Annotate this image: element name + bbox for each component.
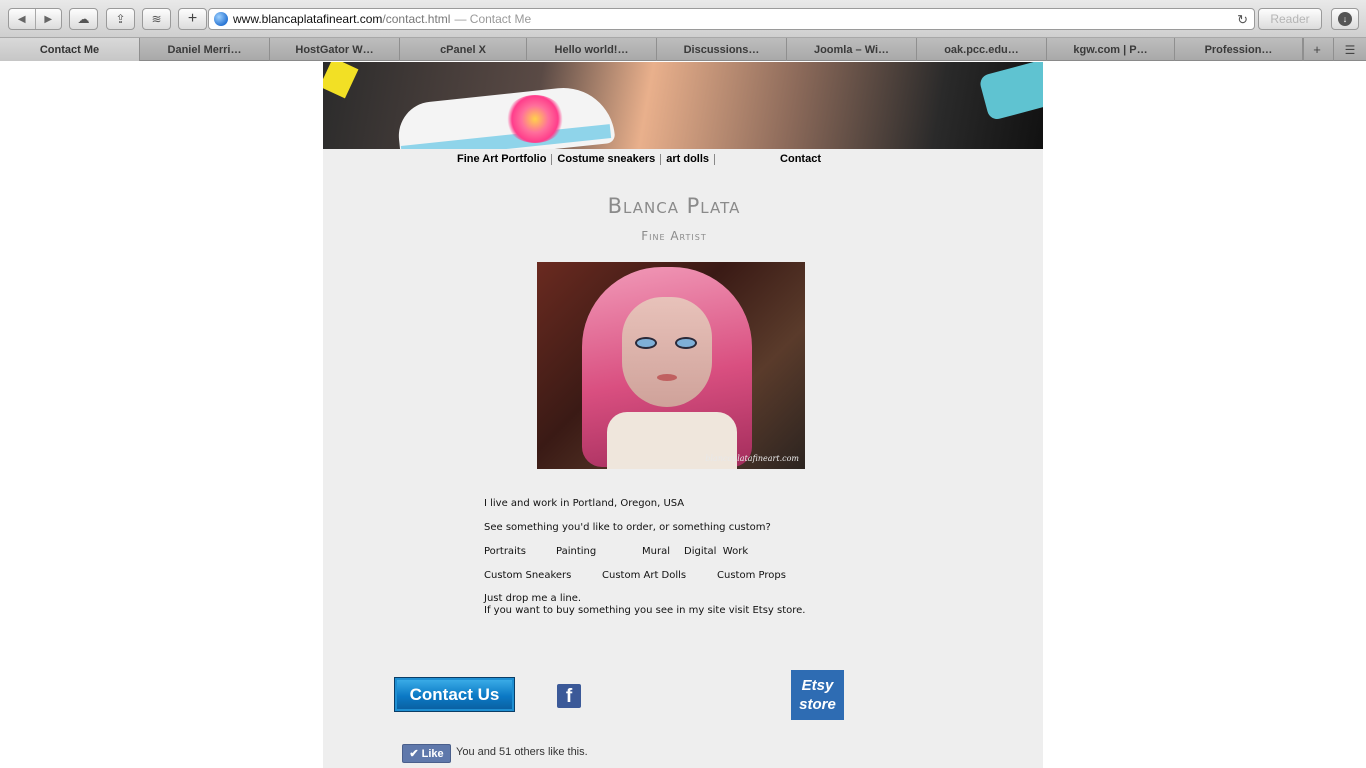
checkmark-icon: ✔: [409, 748, 419, 760]
etsy-prompt-text: If you want to buy something you see in …: [484, 605, 806, 616]
layers-icon: ≋: [151, 12, 162, 26]
new-tab-button[interactable]: +: [1303, 38, 1330, 61]
forward-icon[interactable]: ▶: [36, 14, 62, 25]
etsy-store-button[interactable]: Etsy store: [791, 670, 844, 720]
main-nav: Fine Art Portfolio Costume sneakers art …: [457, 152, 821, 166]
address-bar[interactable]: www.blancaplatafineart.com /contact.html…: [208, 8, 1255, 30]
tab-daniel[interactable]: Daniel Merri…: [140, 38, 270, 61]
url-path: /contact.html: [382, 12, 451, 26]
nav-divider: [714, 153, 716, 165]
doll-eye: [675, 337, 697, 349]
tab-profession[interactable]: Profession…: [1175, 38, 1303, 61]
doll-eye: [635, 337, 657, 349]
nav-contact[interactable]: Contact: [780, 153, 821, 165]
artist-subtitle: Fine Artist: [641, 229, 707, 243]
reading-list-button[interactable]: ≋: [142, 8, 171, 30]
page-body: Fine Art Portfolio Costume sneakers art …: [323, 62, 1043, 768]
photo-watermark: blancaplatafineart.com: [705, 454, 799, 463]
nav-costume-sneakers[interactable]: Costume sneakers: [557, 153, 655, 165]
tab-discussions[interactable]: Discussions…: [657, 38, 787, 61]
services-row: Portraits Painting Mural Digital Work: [484, 545, 884, 569]
etsy-label: Etsy: [801, 677, 834, 694]
banner-sock: [978, 62, 1043, 122]
url-host: www.blancaplatafineart.com: [233, 12, 383, 26]
browser-toolbar: ◀ ▶ ☁ ⇪ ≋ + www.blancaplatafineart.com /…: [0, 0, 1366, 38]
tab-contact-me[interactable]: Contact Me: [0, 38, 140, 61]
list-icon: ☰: [1344, 42, 1356, 57]
service-item: Custom Art Dolls: [602, 570, 687, 581]
order-question: See something you'd like to order, or so…: [484, 522, 771, 533]
share-icon: ⇪: [115, 12, 126, 26]
downloads-button[interactable]: ↓: [1331, 8, 1359, 30]
nav-divider: [660, 153, 662, 165]
service-item: Portraits: [484, 546, 526, 557]
tab-kgw[interactable]: kgw.com | P…: [1047, 38, 1175, 61]
services-row: Custom Sneakers Custom Art Dolls Custom …: [484, 569, 884, 593]
header-banner-image: [323, 62, 1043, 149]
service-item: Custom Props: [717, 570, 786, 581]
tab-cpanel[interactable]: cPanel X: [400, 38, 527, 61]
cloud-icon: ☁: [77, 12, 90, 26]
tab-joomla[interactable]: Joomla – Wi…: [787, 38, 917, 61]
service-item: Painting: [556, 546, 597, 557]
banner-pen: [323, 62, 359, 99]
plus-icon: +: [187, 10, 198, 27]
location-text: I live and work in Portland, Oregon, USA: [484, 498, 685, 509]
service-item: Custom Sneakers: [484, 570, 572, 581]
like-label: Like: [421, 747, 444, 760]
globe-icon: [214, 12, 228, 26]
store-label: store: [799, 696, 836, 713]
nav-divider: [551, 153, 553, 165]
nav-art-dolls[interactable]: art dolls: [666, 153, 709, 165]
nav-fine-art-portfolio[interactable]: Fine Art Portfolio: [457, 153, 546, 165]
drop-line-text: Just drop me a line.: [484, 593, 582, 604]
add-bookmark-button[interactable]: +: [178, 8, 207, 30]
reader-button[interactable]: Reader: [1258, 8, 1322, 30]
doll-lips: [657, 374, 677, 381]
download-icon: ↓: [1338, 12, 1352, 26]
plus-icon: +: [1313, 42, 1321, 57]
call-to-action-text: Just drop me a line. If you want to buy …: [484, 593, 884, 617]
back-icon[interactable]: ◀: [9, 14, 35, 25]
service-item: Mural: [642, 546, 670, 557]
facebook-like-button[interactable]: ✔ Like: [402, 744, 451, 763]
art-doll-photo: blancaplatafineart.com: [537, 262, 805, 469]
contact-text: I live and work in Portland, Oregon, USA…: [484, 497, 884, 617]
share-button[interactable]: ⇪: [106, 8, 135, 30]
like-count-text: You and 51 others like this.: [456, 746, 588, 758]
tab-hello-world[interactable]: Hello world!…: [527, 38, 657, 61]
service-item: Digital Work: [684, 546, 749, 557]
contact-us-button[interactable]: Contact Us: [394, 677, 515, 712]
url-page-title: — Contact Me: [454, 12, 532, 26]
tab-bar: Contact Me Daniel Merri… HostGator W… cP…: [0, 38, 1366, 61]
tab-oak-pcc[interactable]: oak.pcc.edu…: [917, 38, 1047, 61]
banner-flower-painting: [505, 95, 565, 143]
tab-hostgator[interactable]: HostGator W…: [270, 38, 400, 61]
doll-face: [622, 297, 712, 407]
artist-name: Blanca Plata: [607, 194, 741, 218]
reload-icon[interactable]: ↻: [1237, 12, 1248, 28]
back-forward-buttons[interactable]: ◀ ▶: [8, 8, 62, 30]
tab-overview-button[interactable]: ☰: [1333, 38, 1366, 61]
icloud-tabs-button[interactable]: ☁: [69, 8, 98, 30]
facebook-icon[interactable]: f: [557, 684, 581, 708]
